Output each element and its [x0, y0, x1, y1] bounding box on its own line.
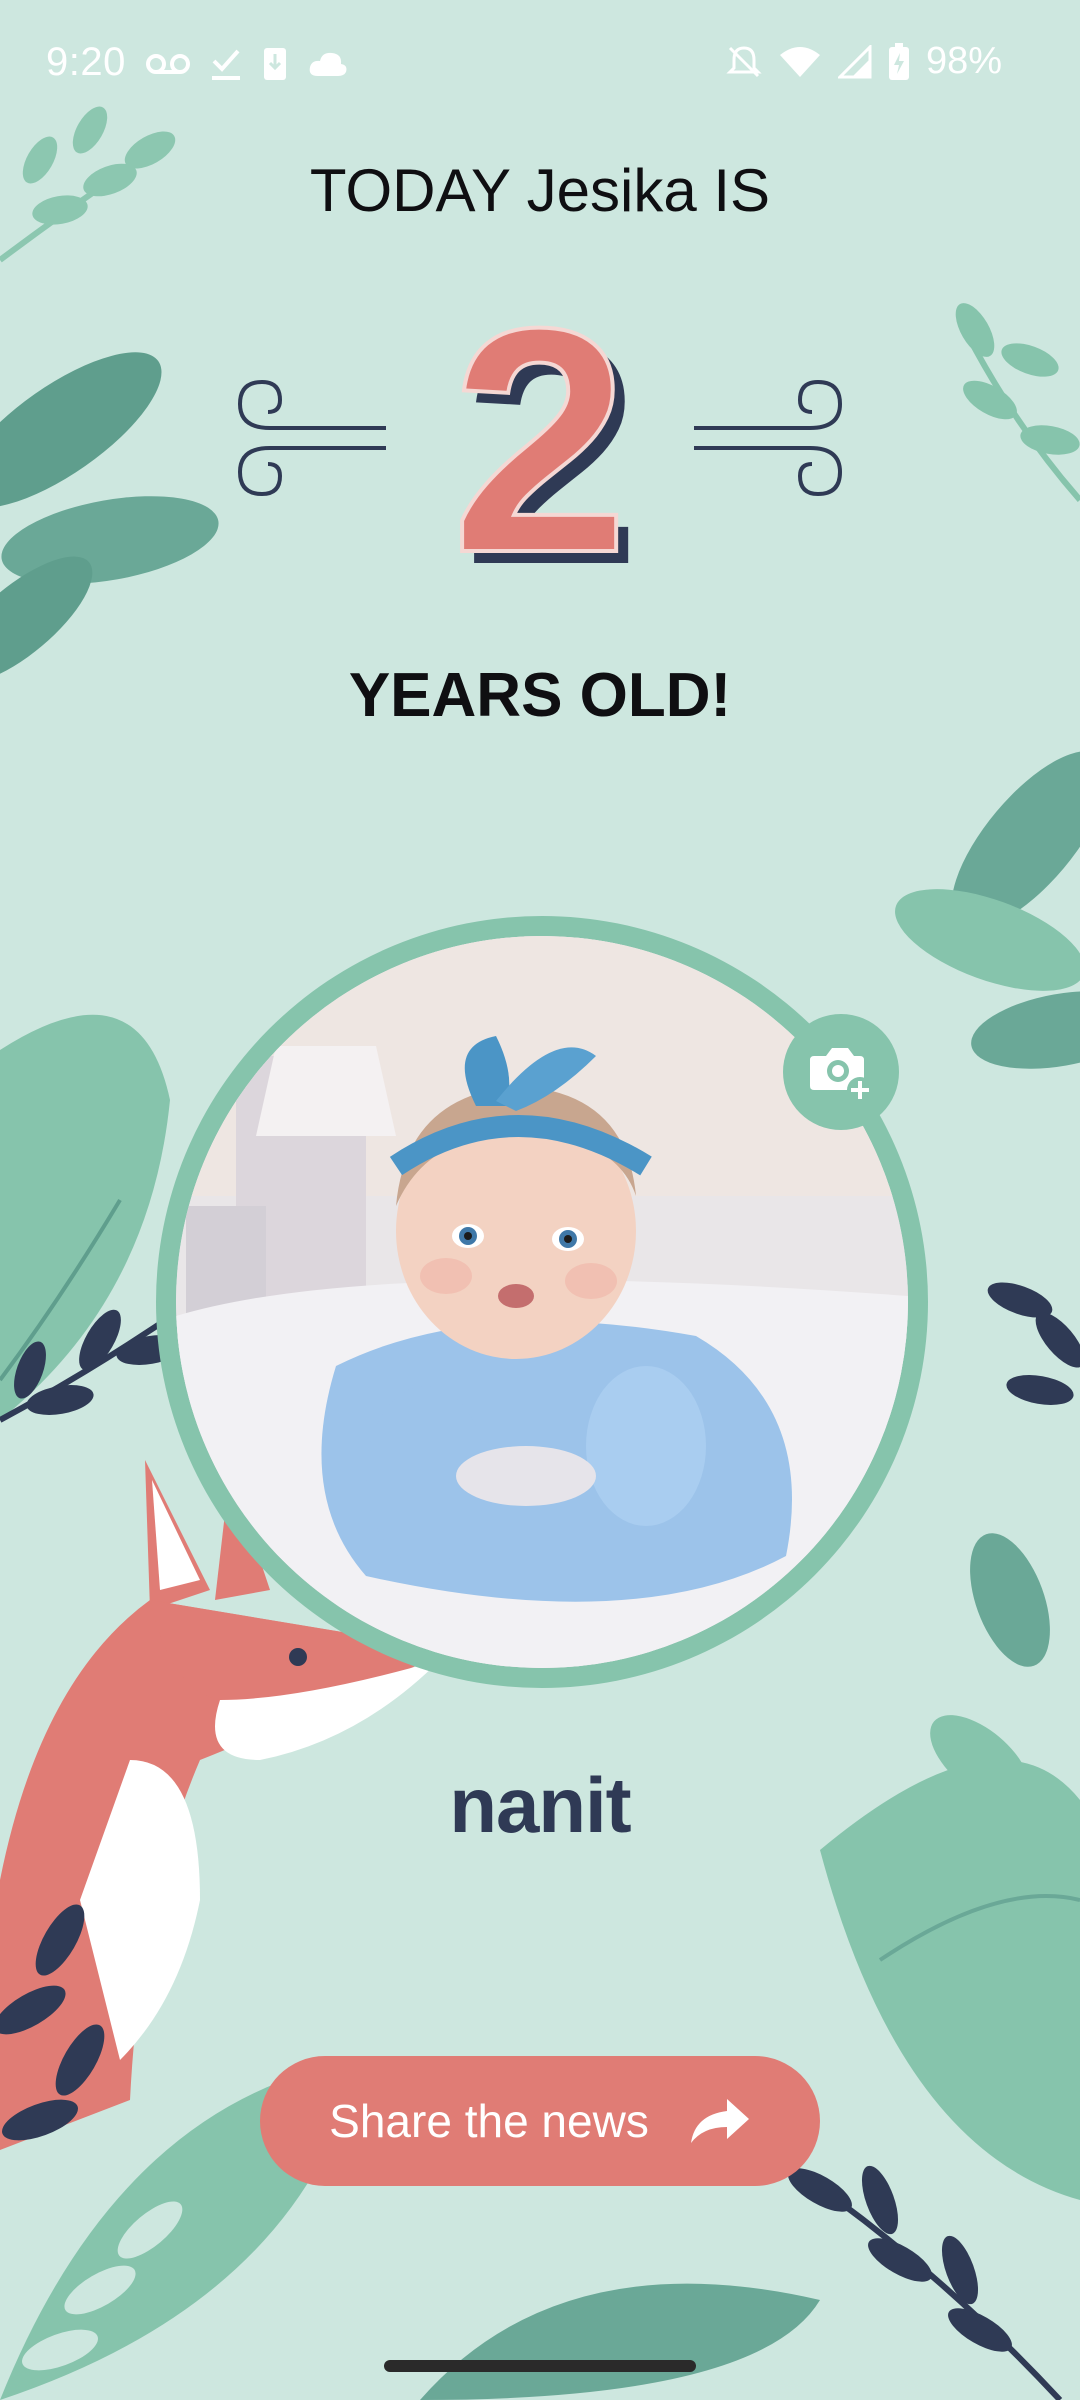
share-arrow-icon	[690, 2099, 749, 2143]
check-icon	[212, 49, 240, 80]
leaves-right-middle	[895, 751, 1080, 1069]
navy-sprig-bottom-right	[778, 2157, 1063, 2400]
notifications-off-icon	[726, 45, 762, 77]
age-number: 2	[449, 261, 631, 619]
voicemail-icon	[146, 54, 190, 74]
milestone-title: TODAY Jesika IS	[309, 157, 771, 224]
share-the-news-button[interactable]: Share the news	[260, 2056, 820, 2186]
leaf-bottom-center	[420, 2283, 820, 2400]
wifi-icon	[779, 46, 820, 77]
leaf-sprig-top-right	[955, 303, 1080, 502]
share-button-label: Share the news	[329, 2095, 649, 2147]
battery-charging-icon	[888, 42, 909, 80]
download-icon	[264, 48, 286, 80]
status-system-icons: 98%	[726, 40, 1002, 83]
age-display: 2	[230, 261, 850, 619]
leaves-right-lower	[820, 1533, 1080, 2200]
status-time: 9:20	[46, 40, 126, 84]
milestone-subtitle: YEARS OLD!	[348, 661, 732, 730]
status-notification-icons	[146, 44, 348, 84]
battery-percentage: 98%	[925, 40, 1002, 82]
signal-icon	[837, 44, 872, 78]
add-photo-button[interactable]	[783, 1014, 899, 1130]
home-indicator[interactable]	[384, 2360, 696, 2372]
cloud-icon	[309, 52, 347, 76]
nanit-logo: nanit	[449, 1761, 631, 1849]
status-bar: 9:20 98%	[0, 0, 1080, 130]
birthday-screen: 9:20 98% TODAY Jesika IS 2 YEARS OLD! na…	[0, 0, 1080, 2400]
navy-sprig-right	[987, 1282, 1080, 1405]
leaves-left-upper	[0, 352, 219, 684]
add-photo-icon	[810, 1048, 873, 1102]
